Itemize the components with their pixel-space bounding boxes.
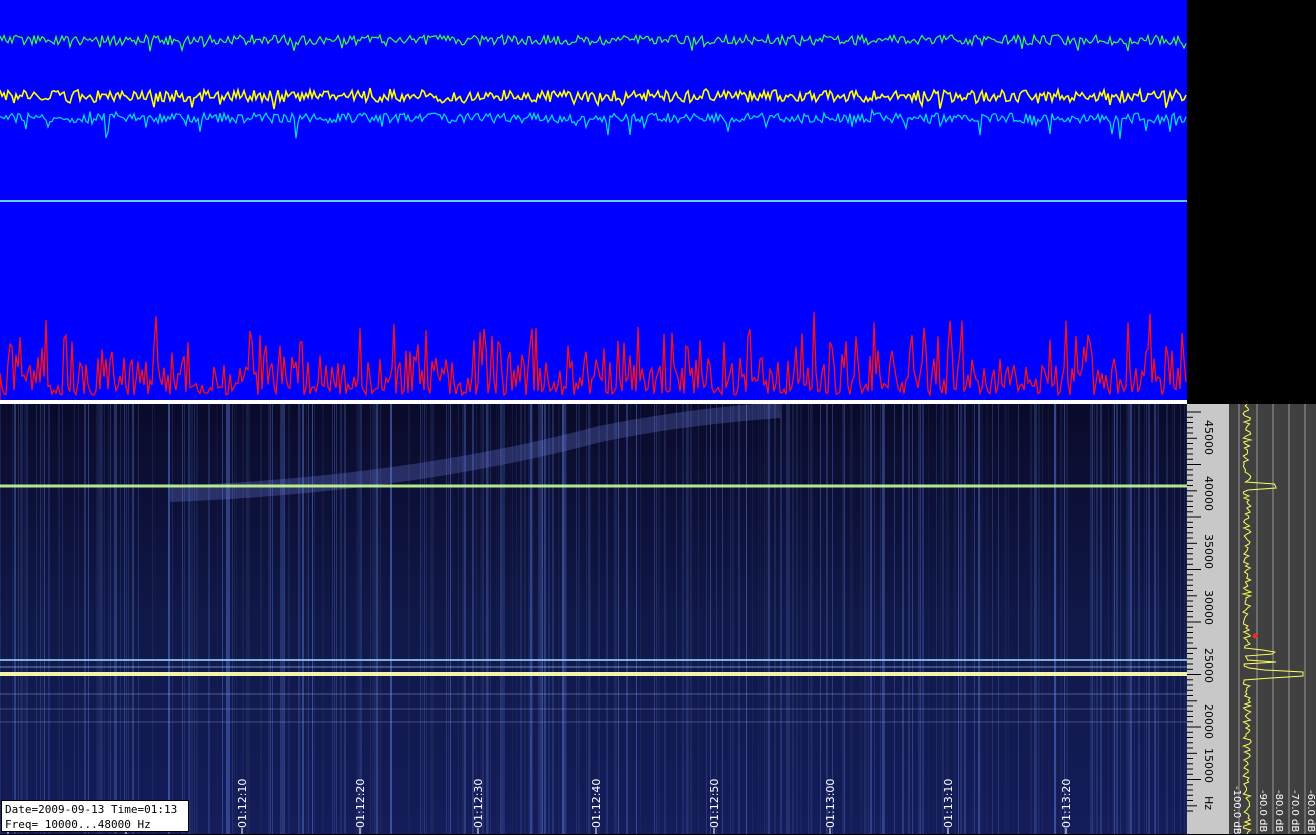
- freq-tick-label: 30000: [1202, 590, 1215, 625]
- time-tick-label: 01:13:00: [824, 778, 837, 828]
- db-tick-label: -100.0 dB: [1231, 786, 1242, 835]
- time-tick-label: 01:13:10: [942, 778, 955, 828]
- spectrogram-canvas: [0, 404, 1187, 834]
- time-tick-label: 01:12:30: [472, 778, 485, 828]
- info-box: Date=2009-09-13 Time=01:13 Freq= 10000..…: [1, 800, 189, 832]
- trace-plot: [0, 32, 1187, 400]
- spectrogram[interactable]: [0, 404, 1187, 834]
- freq-tick-label: 40000: [1202, 476, 1215, 511]
- time-tick-label: 01:12:20: [354, 778, 367, 828]
- trace-panel: [0, 0, 1187, 400]
- freq-tick-label: 25000: [1202, 648, 1215, 683]
- spectrum-panel: [1229, 404, 1316, 834]
- time-tick-label: 01:12:10: [236, 778, 249, 828]
- freq-range-readout: Freq= 10000...48000 Hz: [5, 818, 151, 831]
- freq-tick-label: Hz: [1202, 796, 1215, 811]
- time-tick-label: 01:12:40: [590, 778, 603, 828]
- time-tick-label: 01:13:20: [1060, 778, 1073, 828]
- freq-tick-label: 45000: [1202, 420, 1215, 455]
- yellow-trace: [0, 86, 1187, 110]
- cyan-trace: [0, 107, 1187, 140]
- date-time-readout: Date=2009-09-13 Time=01:13: [5, 803, 178, 816]
- db-tick-label: -90.0 dB: [1257, 790, 1268, 833]
- db-tick-label: -80.0 dB: [1273, 790, 1284, 833]
- db-tick-label: -60.0 dB: [1305, 790, 1316, 833]
- time-tick-label: 01:12:50: [708, 778, 721, 828]
- freq-tick-label: 20000: [1202, 704, 1215, 739]
- freq-tick-label: 15000: [1202, 748, 1215, 783]
- red-trace: [0, 312, 1187, 400]
- spectrum-marker: [1252, 633, 1258, 639]
- spectrum-trace: [1238, 404, 1306, 834]
- freq-tick-label: 35000: [1202, 534, 1215, 569]
- green-trace: [0, 32, 1187, 53]
- empty-corner: [1187, 0, 1316, 404]
- db-tick-label: -70.0 dB: [1289, 790, 1300, 833]
